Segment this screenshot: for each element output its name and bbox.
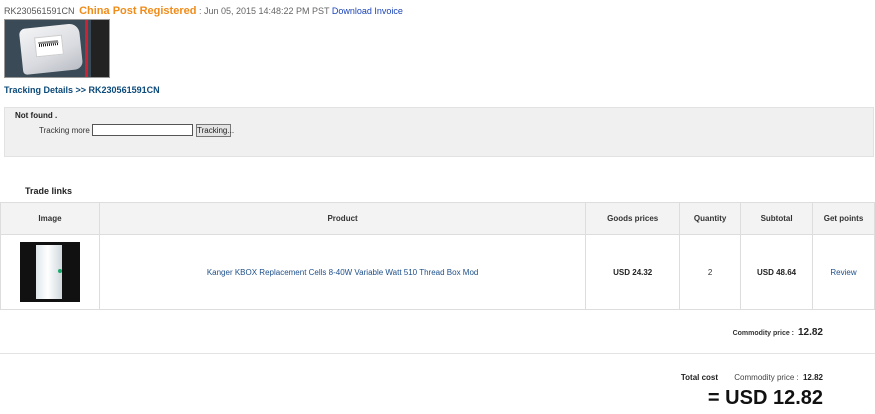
table-row: Kanger KBOX Replacement Cells 8-40W Vari… bbox=[0, 234, 875, 310]
divider bbox=[0, 353, 875, 354]
product-thumbnail[interactable] bbox=[19, 242, 80, 302]
goods-price: USD 24.32 bbox=[585, 234, 681, 310]
quantity: 2 bbox=[679, 234, 742, 310]
not-found-text: Not found . bbox=[15, 111, 58, 120]
parcel-photo bbox=[4, 19, 110, 78]
review-link[interactable]: Review bbox=[812, 234, 875, 310]
grand-total: = USD 12.82 bbox=[707, 387, 823, 409]
carrier-name: China Post Registered bbox=[79, 5, 197, 17]
col-header-goods-prices: Goods prices bbox=[585, 202, 681, 235]
order-header: RK230561591CN China Post Registered : Ju… bbox=[4, 5, 403, 19]
total-cost-label: Total cost bbox=[680, 373, 719, 382]
table-header-row: Image Product Goods prices Quantity Subt… bbox=[0, 202, 875, 235]
col-header-image: Image bbox=[0, 202, 100, 235]
total-cost-line: Total cost Commodity price : 12.82 bbox=[681, 373, 823, 382]
trade-table: Image Product Goods prices Quantity Subt… bbox=[0, 202, 875, 310]
tracking-more-input[interactable] bbox=[92, 124, 193, 136]
col-header-quantity: Quantity bbox=[679, 202, 742, 235]
total-commodity-value: 12.82 bbox=[802, 373, 823, 382]
col-header-product: Product bbox=[98, 202, 587, 235]
subtotal: USD 48.64 bbox=[740, 234, 814, 310]
total-commodity-label: Commodity price : bbox=[734, 373, 799, 382]
order-date: : Jun 05, 2015 14:48:22 PM PST bbox=[198, 6, 330, 16]
tracking-details-title: Tracking Details >> RK230561591CN bbox=[4, 85, 160, 95]
tracking-panel: Not found . Tracking more : Tracking... bbox=[4, 107, 874, 157]
tracking-button[interactable]: Tracking... bbox=[196, 124, 234, 137]
tracking-number: RK230561591CN bbox=[4, 6, 75, 16]
commodity-price-line: Commodity price : 12.82 bbox=[733, 327, 823, 338]
commodity-price-label: Commodity price : bbox=[732, 330, 795, 337]
product-name-link[interactable]: Kanger KBOX Replacement Cells 8-40W Vari… bbox=[98, 234, 587, 310]
col-header-get-points: Get points bbox=[812, 202, 875, 235]
tracking-more-label: Tracking more : bbox=[39, 126, 95, 135]
trade-links-title: Trade links bbox=[25, 186, 73, 196]
download-invoice-link[interactable]: Download Invoice bbox=[332, 6, 403, 16]
col-header-subtotal: Subtotal bbox=[740, 202, 814, 235]
commodity-price-value: 12.82 bbox=[797, 327, 823, 338]
product-image-cell bbox=[0, 234, 100, 310]
